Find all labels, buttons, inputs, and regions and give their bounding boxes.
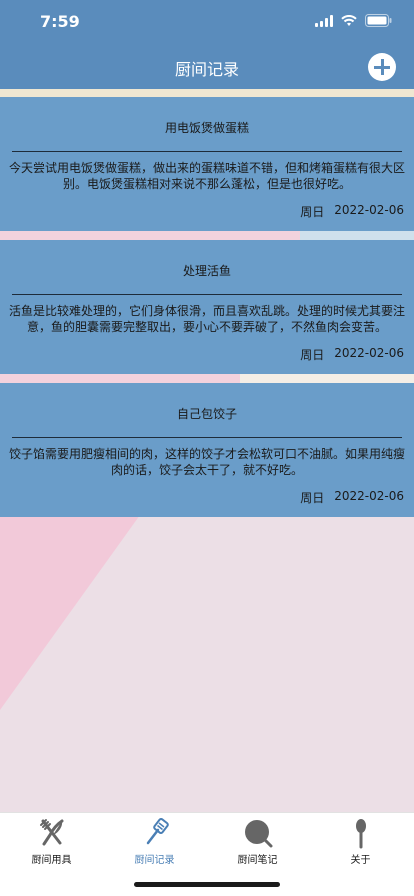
signal-icon: [315, 14, 333, 27]
record-card[interactable]: 自己包饺子 饺子馅需要用肥瘦相间的肉，这样的饺子才会松软可口不油腻。如果用纯瘦肉…: [0, 383, 414, 517]
record-list: 用电饭煲做蛋糕 今天尝试用电饭煲做蛋糕，做出来的蛋糕味道不错，但和烤箱蛋糕有很大…: [0, 97, 414, 526]
record-card[interactable]: 处理活鱼 活鱼是比较难处理的，它们身体很滑，而且喜欢乱跳。处理的时候尤其要注意，…: [0, 240, 414, 374]
record-title: 处理活鱼: [182, 264, 231, 278]
record-date: 2022-02-06: [334, 203, 404, 217]
tab-label: 厨间记录: [134, 855, 175, 866]
record-date: 2022-02-06: [334, 489, 404, 503]
record-weekday: 周日: [300, 491, 325, 505]
divider: [12, 294, 402, 295]
record-meta: 周日 2022-02-06: [300, 346, 404, 363]
tab-kitchen-notes[interactable]: 厨间笔记: [206, 817, 309, 871]
record-date: 2022-02-06: [334, 346, 404, 360]
record-meta: 周日 2022-02-06: [300, 203, 404, 220]
tab-label: 关于: [350, 855, 371, 866]
home-indicator: [134, 882, 280, 887]
divider: [12, 151, 402, 152]
spatula-icon: [146, 818, 169, 845]
record-card[interactable]: 用电饭煲做蛋糕 今天尝试用电饭煲做蛋糕，做出来的蛋糕味道不错，但和烤箱蛋糕有很大…: [0, 97, 414, 231]
tab-about[interactable]: 关于: [309, 817, 412, 871]
battery-icon: [365, 14, 392, 27]
record-weekday: 周日: [300, 348, 325, 362]
spoon-icon: [355, 819, 366, 849]
record-weekday: 周日: [300, 205, 325, 219]
status-bar: 7:59: [0, 0, 414, 44]
record-meta: 周日 2022-02-06: [300, 489, 404, 506]
top-bar: 7:59 厨间记录: [0, 0, 414, 89]
fork-knife-icon: [39, 819, 63, 846]
magnifier-icon: [244, 820, 272, 848]
tab-kitchen-records[interactable]: 厨间记录: [103, 817, 206, 871]
record-content: 活鱼是比较难处理的，它们身体很滑，而且喜欢乱跳。处理的时候尤其要注意，鱼的胆囊需…: [8, 304, 405, 334]
record-title: 用电饭煲做蛋糕: [164, 121, 249, 135]
record-title: 自己包饺子: [176, 407, 237, 421]
tab-kitchen-tools[interactable]: 厨间用具: [0, 817, 103, 871]
wifi-icon: [341, 14, 357, 26]
add-record-button[interactable]: [368, 53, 396, 81]
divider: [12, 437, 402, 438]
record-content: 今天尝试用电饭煲做蛋糕，做出来的蛋糕味道不错，但和烤箱蛋糕有很大区别。电饭煲蛋糕…: [8, 161, 405, 191]
status-time: 7:59: [40, 12, 80, 31]
tab-label: 厨间笔记: [237, 855, 278, 866]
tab-label: 厨间用具: [31, 855, 72, 866]
record-content: 饺子馅需要用肥瘦相间的肉，这样的饺子才会松软可口不油腻。如果用纯瘦肉的话，饺子会…: [8, 447, 405, 477]
page-title: 厨间记录: [174, 60, 239, 79]
status-icons: [315, 14, 392, 27]
